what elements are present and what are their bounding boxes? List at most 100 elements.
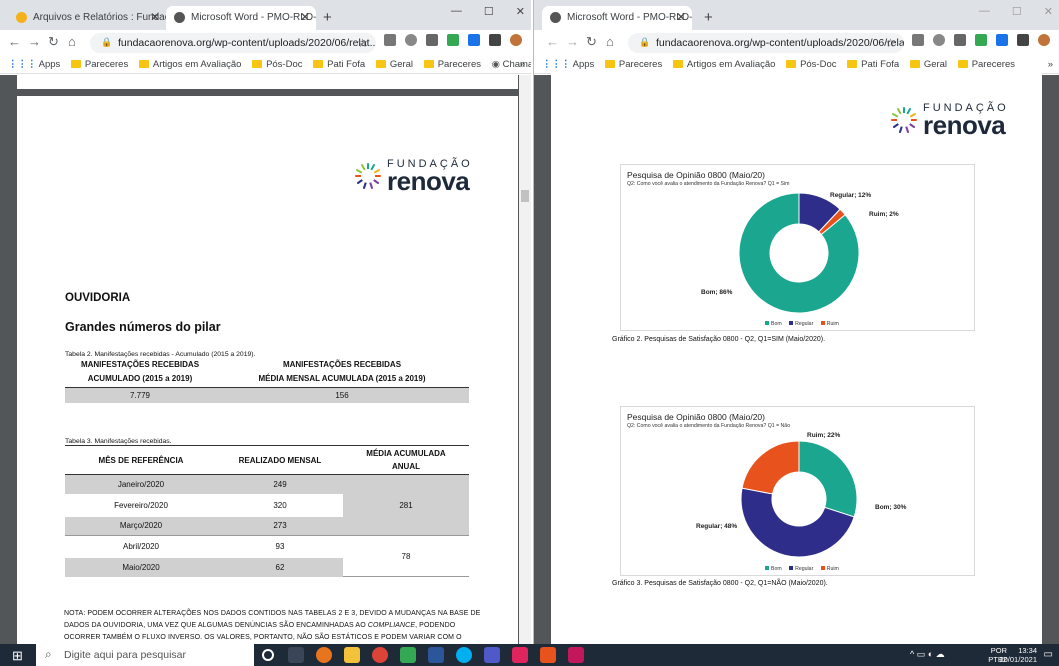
forward-icon[interactable]: → [566,34,579,49]
bookmark-star-icon[interactable]: ☆ [885,36,896,50]
extension-icon[interactable] [405,34,417,46]
bookmark-item[interactable]: Pós-Doc [786,59,837,70]
scroll-thumb[interactable] [521,190,529,202]
tab-word-document[interactable]: Microsoft Word - PMO-RLD-001 ✕ [166,6,316,30]
file-explorer-icon[interactable] [344,647,360,663]
back-icon[interactable]: ← [546,34,559,49]
check-icon[interactable] [975,34,987,46]
month-cell: Maio/2020 [122,562,160,572]
clock[interactable]: 13:34 20/01/2021 [999,646,1037,664]
tab-arquivos[interactable]: Arquivos e Relatórios : Fundaçã ✕ [8,6,166,30]
skype-icon[interactable] [456,647,472,663]
avatar[interactable] [510,34,522,46]
puzzle-icon[interactable] [489,34,501,46]
bookmark-item[interactable]: Geral [375,59,413,70]
folder-icon [313,60,324,68]
app-icon[interactable] [400,647,416,663]
bookmark-item[interactable]: ◉ Chamada para Edit... [492,59,531,70]
month-cell: Abril/2020 [122,542,160,552]
home-icon[interactable]: ⌂ [68,34,76,49]
avatar[interactable] [1038,34,1050,46]
extension-icon[interactable] [468,34,480,46]
notifications-icon[interactable]: ▭ [1044,649,1053,660]
shield-icon[interactable] [954,34,966,46]
new-tab-icon[interactable]: + [323,9,332,26]
value-cell: 62 [275,562,285,572]
minimize-icon[interactable]: — [979,5,990,18]
new-tab-icon[interactable]: + [704,9,713,26]
forward-icon[interactable]: → [28,34,41,49]
taskbar-apps [260,647,584,663]
bookmark-item[interactable]: Artigos em Avaliação [672,59,775,70]
reload-icon[interactable]: ↻ [48,34,59,50]
table2-value-total: 7.779 [129,390,151,400]
minimize-icon[interactable]: — [451,5,462,18]
close-tab-icon[interactable]: ✕ [150,10,160,24]
value-cell: 249 [273,479,287,489]
firefox-icon[interactable] [316,647,332,663]
windows-taskbar: ⊞ ⌕ Digite aqui para pesquisar ^ ▭ ◐ ☁ P… [0,644,1059,666]
globe-icon [550,12,561,23]
bookmark-item[interactable]: Pati Fofa [847,59,899,70]
shield-icon[interactable] [426,34,438,46]
maximize-icon[interactable]: ☐ [1012,5,1022,18]
puzzle-icon[interactable] [1017,34,1029,46]
table-row: Janeiro/2020 249 281 [65,474,469,536]
close-window-icon[interactable]: ✕ [1044,5,1053,18]
teams-icon[interactable] [484,647,500,663]
home-icon[interactable]: ⌂ [606,34,614,49]
legend-label: Regular [795,566,814,572]
chart-legend: Bom Regular Ruim [759,566,839,572]
value-cell: 273 [273,521,287,531]
tab-word-document[interactable]: Microsoft Word - PMO-RLD-001 ✕ [542,6,692,30]
globe-icon [174,12,185,23]
app-icon[interactable] [568,647,584,663]
task-view-icon[interactable] [288,647,304,663]
close-tab-icon[interactable]: ✕ [300,10,310,24]
clock-date: 20/01/2021 [999,655,1037,664]
table2-header-1: MANIFESTAÇÕES RECEBIDAS ACUMULADO (2015 … [65,358,215,388]
extension-icon[interactable] [996,34,1008,46]
taskbar-search[interactable]: ⌕ Digite aqui para pesquisar [36,644,254,666]
data-label-regular: Regular; 12% [830,192,872,199]
url-text: fundacaorenova.org/wp-content/uploads/20… [118,37,376,49]
check-icon[interactable] [447,34,459,46]
extension-icon[interactable] [933,34,945,46]
legend-label: Bom [771,321,782,327]
chrome-icon[interactable] [372,647,388,663]
bookmark-item[interactable]: Pati Fofa [313,59,365,70]
bookmark-star-icon[interactable]: ☆ [357,36,368,50]
folder-icon [375,60,386,68]
cortana-icon[interactable] [262,649,274,661]
bookmark-item[interactable]: Pós-Doc [252,59,303,70]
more-bookmarks[interactable]: » [1048,59,1053,70]
back-icon[interactable]: ← [8,34,21,49]
bookmark-apps[interactable]: ⋮⋮⋮ Apps [542,59,594,70]
more-bookmarks[interactable]: » [520,59,525,70]
reload-icon[interactable]: ↻ [586,34,597,50]
app-icon[interactable] [540,647,556,663]
close-tab-icon[interactable]: ✕ [676,10,686,24]
extension-icon[interactable] [912,34,924,46]
bookmark-item[interactable]: Geral [909,59,947,70]
address-bar[interactable]: 🔒 fundacaorenova.org/wp-content/uploads/… [90,33,376,53]
maximize-icon[interactable]: ☐ [484,5,494,18]
folder-icon [672,60,683,68]
bookmark-item[interactable]: Pareceres [604,59,662,70]
scrollbar[interactable] [519,75,531,644]
bookmark-item[interactable]: Pareceres [423,59,481,70]
address-bar[interactable]: 🔒 fundacaorenova.org/wp-content/uploads/… [628,33,904,53]
app-icon[interactable] [512,647,528,663]
close-window-icon[interactable]: ✕ [516,5,525,18]
bookmark-item[interactable]: Pareceres [957,59,1015,70]
bookmark-apps[interactable]: ⋮⋮⋮ Apps [8,59,60,70]
tray-icons[interactable]: ^ ▭ ◐ ☁ [910,649,945,660]
windows-start-icon[interactable]: ⊞ [12,648,23,664]
logo-mark-icon [889,105,919,135]
folder-icon [957,60,968,68]
extension-icon[interactable] [384,34,396,46]
header-line: MANIFESTAÇÕES RECEBIDAS [282,360,402,369]
word-icon[interactable] [428,647,444,663]
bookmark-item[interactable]: Pareceres [70,59,128,70]
bookmark-item[interactable]: Artigos em Avaliação [138,59,241,70]
